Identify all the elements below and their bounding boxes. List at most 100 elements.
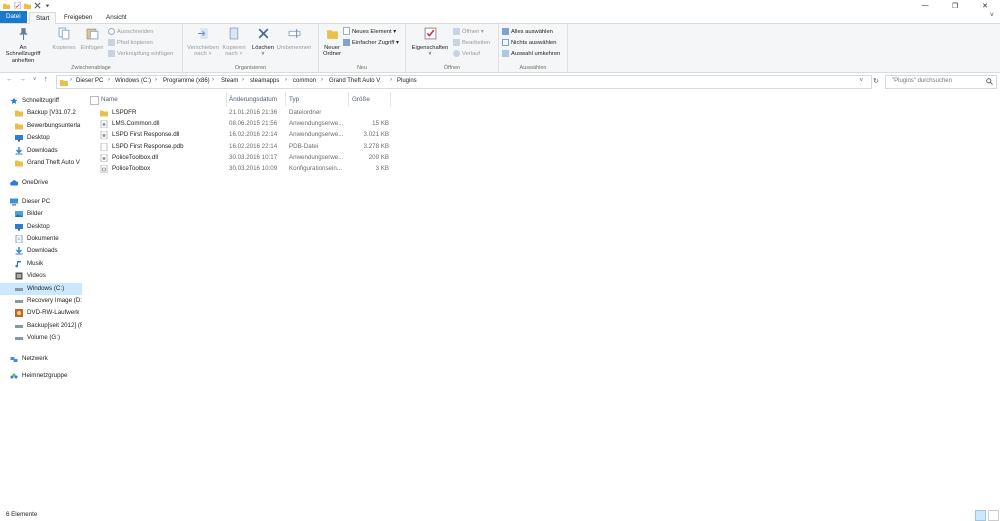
nav-item[interactable]: Backup[seit 2012] (F [0,320,82,332]
new-folder-icon[interactable] [24,2,31,9]
nav-item[interactable]: Dokumente [0,233,82,245]
nav-item[interactable]: Bewerbungsunterla [0,120,82,132]
address-dropdown-icon[interactable]: ˅ [859,78,863,84]
customize-quick-access-icon[interactable] [44,2,51,9]
nav-item[interactable]: Recovery Image (D: [0,295,82,307]
properties-icon[interactable] [14,2,21,9]
new-folder-label: Neuer Ordner [322,44,342,58]
drive-icon [15,334,23,342]
search-input[interactable]: "Plugins" durchsuchen [885,75,997,89]
column-divider[interactable] [390,92,391,106]
nav-item[interactable]: Bilder [0,208,82,220]
column-divider[interactable] [348,92,349,106]
breadcrumb-item[interactable]: Windows (C:) [115,78,151,84]
move-to-icon [197,28,208,39]
refresh-icon[interactable]: ↻ [873,77,879,85]
address-row: ← → ˅ ↑ › Dieser PC › Windows (C:) › Pro… [0,73,1000,89]
nav-item[interactable]: Desktop [0,221,82,233]
nav-item[interactable]: OneDrive [0,177,82,189]
file-row[interactable]: PoliceToolbox.dll 30.03.2016 10:17 Anwendu… [98,152,390,163]
nav-item[interactable]: Dieser PC [0,196,82,208]
nav-item[interactable]: Videos [0,270,82,282]
column-header-size[interactable]: Größe [352,94,370,105]
breadcrumb-item[interactable]: common [293,78,316,84]
group-label: Auswählen [519,65,547,71]
select-none-label: Nichts auswählen [511,40,557,46]
large-icons-view-icon[interactable] [988,510,999,521]
drive-icon [15,285,23,293]
new-folder-button[interactable]: Neuer Ordner [320,27,344,58]
expand-ribbon-icon[interactable]: ˅ [990,12,994,19]
delete-button[interactable]: Löschen ˅ [250,27,276,58]
tab-freigeben[interactable]: Freigeben [58,12,98,23]
nav-item[interactable]: Musik [0,258,82,270]
edit-button[interactable]: Bearbeiten [453,38,490,48]
maximize-button[interactable]: ❐ [940,0,970,11]
cut-button[interactable]: Ausschneiden [108,27,153,37]
dvd-icon [15,309,23,318]
nav-item[interactable]: Grand Theft Auto V [0,157,82,169]
nav-item[interactable]: Desktop [0,132,82,144]
column-divider[interactable] [226,92,227,106]
nav-item[interactable]: Downloads [0,145,82,157]
history-icon [453,49,460,57]
nav-item[interactable]: Heimnetzgruppe [0,370,82,382]
file-type: Anwendungserwe... [289,120,344,128]
column-header-date[interactable]: Änderungsdatum [229,94,277,105]
breadcrumb-item[interactable]: Steam [221,78,238,84]
nav-item[interactable]: Windows (C:) [0,282,82,295]
open-button[interactable]: Öffnen ▾ [453,27,484,37]
nav-item[interactable]: Downloads [0,245,82,257]
rename-button[interactable]: Umbenennen [276,27,312,51]
breadcrumb-item[interactable]: Grand Theft Auto V [329,78,380,84]
details-view-icon[interactable] [975,510,986,521]
minimize-button[interactable]: — [910,0,940,11]
back-arrow-icon[interactable]: ← [6,76,13,83]
select-all-checkbox[interactable] [90,96,99,105]
copy-path-button[interactable]: Pfad kopieren [108,38,153,48]
nav-item[interactable]: Netzwerk [0,353,82,365]
breadcrumb-item[interactable]: Dieser PC [76,78,103,84]
file-row[interactable]: LMS.Common.dll 08.06.2015 21:56 Anwendungs… [98,118,390,129]
column-divider[interactable] [285,92,286,106]
config-file-icon [100,164,108,174]
address-bar[interactable]: › Dieser PC › Windows (C:) › Programme (… [56,75,872,89]
file-row[interactable]: LSPD First Response.dll 16.02.2016 22:14 A… [98,129,390,140]
column-header-type[interactable]: Typ [289,94,299,105]
file-row[interactable]: PoliceToolbox 30.03.2016 10:09 Konfigurati… [98,163,390,174]
breadcrumb-separator-icon: › [242,77,244,83]
pin-quick-access-button[interactable]: An Schnellzugriff anheften [3,27,43,64]
close-button[interactable]: ✕ [970,0,1000,11]
open-label: Öffnen ▾ [462,29,484,35]
copy-to-button[interactable]: Kopieren nach ˅ [220,27,248,58]
paste-shortcut-icon [108,49,115,57]
history-button[interactable]: Verlauf [453,49,480,59]
nav-item[interactable]: DVD-RW-Laufwerk [0,307,82,319]
recent-locations-icon[interactable]: ˅ [33,77,37,83]
breadcrumb-item[interactable]: Plugins [397,78,417,84]
column-header-name[interactable]: Name [101,94,118,105]
move-to-button[interactable]: Verschieben nach ˅ [186,27,220,58]
invert-selection-button[interactable]: Auswahl umkehren [502,49,560,59]
dll-file-icon [100,119,108,129]
breadcrumb-item[interactable]: Programme (x86) [163,78,210,84]
paste-shortcut-button[interactable]: Verknüpfung einfügen [108,49,173,59]
paste-button[interactable]: Einfügen [78,27,106,51]
select-none-button[interactable]: Nichts auswählen [502,38,556,48]
forward-arrow-icon[interactable]: → [19,76,26,83]
nav-item[interactable]: Backup [V31.07.2 [0,107,82,119]
tab-ansicht[interactable]: Ansicht [100,12,133,23]
select-all-button[interactable]: Alles auswählen [502,27,553,37]
delete-icon[interactable] [34,2,41,9]
easy-access-button[interactable]: Einfacher Zugriff ▾ [343,38,399,48]
breadcrumb-item[interactable]: steamapps [250,78,279,84]
nav-item[interactable]: Schnellzugriff [0,95,82,107]
copy-button[interactable]: Kopieren [50,27,78,51]
properties-button[interactable]: Eigenschaften ˅ [410,27,450,58]
nav-item[interactable]: Volume (G:) [0,332,82,344]
up-arrow-icon[interactable]: ↑ [44,76,48,83]
new-item-button[interactable]: Neues Element ▾ [343,27,396,37]
file-row[interactable]: LSPDFR 21.01.2016 21:36 Dateiordner [98,107,390,118]
file-row[interactable]: LSPD First Response.pdb 16.02.2016 22:14 P… [98,141,390,152]
tab-datei[interactable]: Datei [0,11,27,23]
